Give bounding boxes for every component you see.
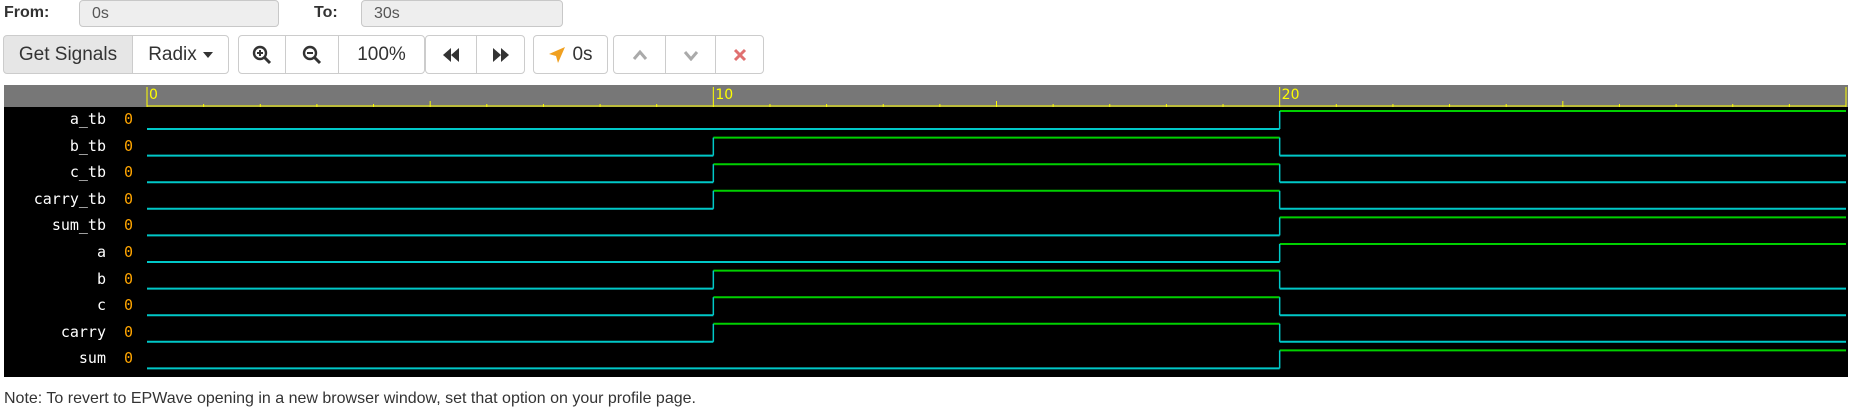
zoom-level-button[interactable]: 100% bbox=[338, 35, 425, 74]
zoom-in-icon bbox=[252, 45, 272, 64]
chevron-down-icon bbox=[683, 50, 698, 61]
previous-edge-button[interactable] bbox=[613, 35, 666, 74]
zoom-out-icon bbox=[302, 45, 322, 64]
waveform-viewer[interactable]: a_tb 0 b_tb 0 c_tb 0 carry_tb 0 sum_tb 0 a 0 b 0 c 0 car… bbox=[4, 85, 1848, 377]
to-label: To: bbox=[314, 4, 338, 21]
location-arrow-icon bbox=[549, 46, 566, 63]
caret-down-icon bbox=[202, 51, 213, 58]
from-label: From: bbox=[4, 4, 50, 21]
close-icon bbox=[733, 48, 746, 61]
ruler-tick-label: 20 bbox=[1282, 87, 1300, 103]
cursor-time-label: 0s bbox=[572, 43, 593, 65]
next-edge-button[interactable] bbox=[665, 35, 716, 74]
radix-label: Radix bbox=[148, 43, 197, 65]
ruler-tick-label: 0 bbox=[149, 87, 158, 103]
from-input[interactable] bbox=[79, 0, 279, 27]
chevron-up-icon bbox=[632, 49, 647, 60]
fast-forward-button[interactable] bbox=[476, 35, 525, 74]
ruler-tick-label: 10 bbox=[715, 87, 733, 103]
remove-signal-button[interactable] bbox=[715, 35, 764, 74]
rewind-button[interactable] bbox=[425, 35, 477, 74]
radix-dropdown-button[interactable]: Radix bbox=[132, 35, 229, 74]
waveform-canvas[interactable]: 0 10 20 bbox=[4, 85, 1848, 377]
fast-forward-icon bbox=[492, 47, 509, 62]
to-input[interactable] bbox=[361, 0, 563, 27]
cursor-time-button[interactable]: 0s bbox=[533, 35, 608, 74]
zoom-out-button[interactable] bbox=[285, 35, 339, 74]
rewind-icon bbox=[443, 47, 459, 62]
get-signals-button[interactable]: Get Signals bbox=[3, 35, 133, 74]
profile-note: Note: To revert to EPWave opening in a n… bbox=[4, 390, 696, 407]
zoom-in-button[interactable] bbox=[238, 35, 286, 74]
